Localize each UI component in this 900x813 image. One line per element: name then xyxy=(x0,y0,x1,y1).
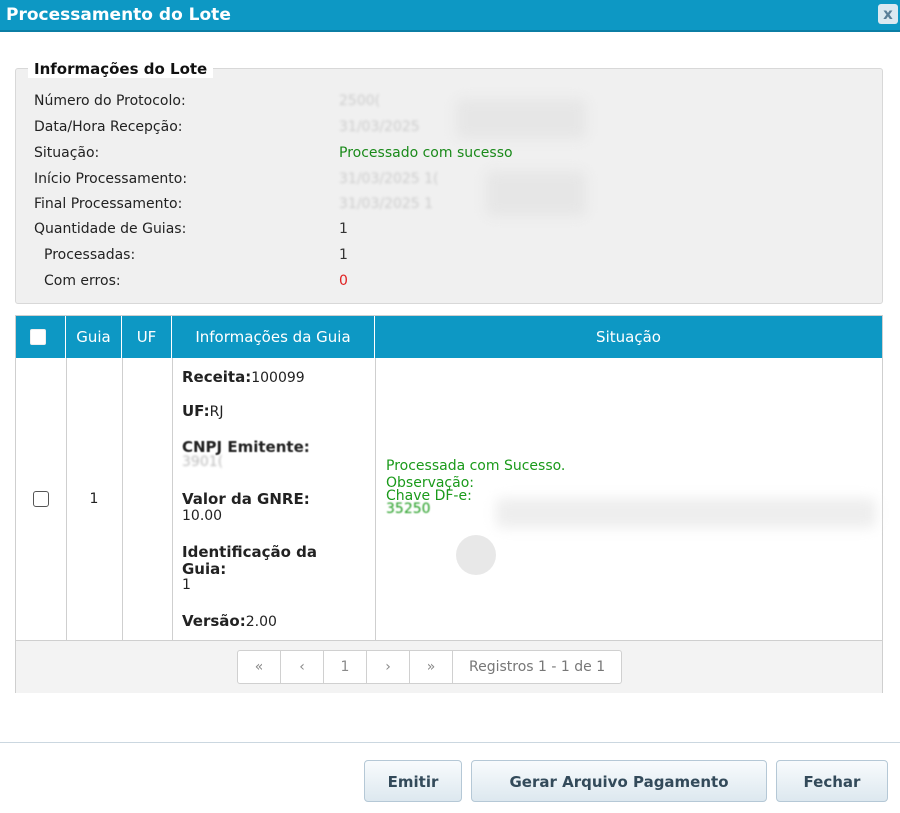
footer-divider xyxy=(0,742,900,743)
situacao-row: Situação: Processado com sucesso xyxy=(34,145,874,165)
column-divider xyxy=(375,358,376,640)
dialog-title: Processamento do Lote xyxy=(6,5,231,25)
situacao-status: Processada com Sucesso. xyxy=(386,458,566,474)
erros-value: 0 xyxy=(339,273,348,289)
guias-table: Guia UF Informações da Guia Situação 1 R… xyxy=(15,315,883,693)
protocolo-label: Número do Protocolo: xyxy=(34,93,186,109)
redacted-area xyxy=(496,498,876,528)
next-page-button[interactable]: › xyxy=(367,651,410,683)
page-number-button[interactable]: 1 xyxy=(324,651,367,683)
row-checkbox[interactable] xyxy=(33,491,49,507)
select-all-checkbox[interactable] xyxy=(30,329,46,345)
receita-value: 100099 xyxy=(251,370,305,386)
table-footer: « ‹ 1 › » Registros 1 - 1 de 1 xyxy=(16,640,882,693)
situacao-label: Situação: xyxy=(34,145,100,161)
final-value: 31/03/2025 1 xyxy=(339,196,434,212)
valor-label: Valor da GNRE: xyxy=(182,490,310,508)
pagination: « ‹ 1 › » Registros 1 - 1 de 1 xyxy=(237,650,623,684)
final-label: Final Processamento: xyxy=(34,196,183,212)
lote-info-panel: Informações do Lote Número do Protocolo:… xyxy=(15,60,883,304)
records-info: Registros 1 - 1 de 1 xyxy=(469,659,606,675)
first-page-button[interactable]: « xyxy=(238,651,281,683)
protocolo-row: Número do Protocolo: 2500( xyxy=(34,93,874,113)
header-situacao[interactable]: Situação xyxy=(375,316,882,358)
identificacao-label-cont: Guia: xyxy=(182,560,227,578)
inicio-value: 31/03/2025 1( xyxy=(339,171,439,187)
identificacao-label: Identificação da xyxy=(182,543,318,561)
header-guia[interactable]: Guia xyxy=(66,316,122,358)
column-divider xyxy=(122,358,123,640)
versao-label: Versão: xyxy=(182,612,246,630)
last-page-button[interactable]: » xyxy=(410,651,453,683)
erros-label: Com erros: xyxy=(44,273,121,289)
uf-value: RJ xyxy=(209,404,224,420)
table-header: Guia UF Informações da Guia Situação xyxy=(16,316,882,358)
recepcao-value: 31/03/2025 xyxy=(339,119,420,135)
quantidade-row: Quantidade de Guias: 1 xyxy=(34,221,874,241)
dialog-titlebar: Processamento do Lote x xyxy=(0,0,900,32)
processadas-row: Processadas: 1 xyxy=(34,247,874,267)
receita-label: Receita: xyxy=(182,368,252,386)
versao-value: 2.00 xyxy=(245,614,277,630)
header-uf[interactable]: UF xyxy=(122,316,172,358)
emitir-button[interactable]: Emitir xyxy=(364,760,462,802)
uf-label: UF: xyxy=(182,402,210,420)
inicio-label: Início Processamento: xyxy=(34,171,188,187)
recepcao-row: Data/Hora Recepção: 31/03/2025 xyxy=(34,119,874,139)
cnpj-value: 3901( xyxy=(182,454,224,470)
fechar-button[interactable]: Fechar xyxy=(776,760,888,802)
inicio-row: Início Processamento: 31/03/2025 1( xyxy=(34,171,874,191)
header-informacoes[interactable]: Informações da Guia xyxy=(172,316,375,358)
lote-info-legend: Informações do Lote xyxy=(28,60,214,78)
loading-indicator xyxy=(456,535,496,575)
column-divider xyxy=(172,358,173,640)
table-row: 1 Receita:100099 UF:RJ CNPJ Emitente: 39… xyxy=(16,358,882,640)
final-row: Final Processamento: 31/03/2025 1 xyxy=(34,196,874,216)
erros-row: Com erros: 0 xyxy=(34,273,874,293)
recepcao-label: Data/Hora Recepção: xyxy=(34,119,183,135)
gerar-arquivo-button[interactable]: Gerar Arquivo Pagamento xyxy=(471,760,767,802)
identificacao-value: 1 xyxy=(182,577,191,593)
situacao-value: Processado com sucesso xyxy=(339,145,513,161)
select-all-cell xyxy=(16,316,66,358)
close-icon[interactable]: x xyxy=(878,4,898,24)
prev-page-button[interactable]: ‹ xyxy=(281,651,324,683)
cell-guia: 1 xyxy=(89,491,99,507)
processadas-value: 1 xyxy=(339,247,348,263)
processadas-label: Processadas: xyxy=(44,247,136,263)
quantidade-value: 1 xyxy=(339,221,348,237)
valor-value: 10.00 xyxy=(182,508,223,524)
quantidade-label: Quantidade de Guias: xyxy=(34,221,187,237)
protocolo-value: 2500( xyxy=(339,93,381,109)
